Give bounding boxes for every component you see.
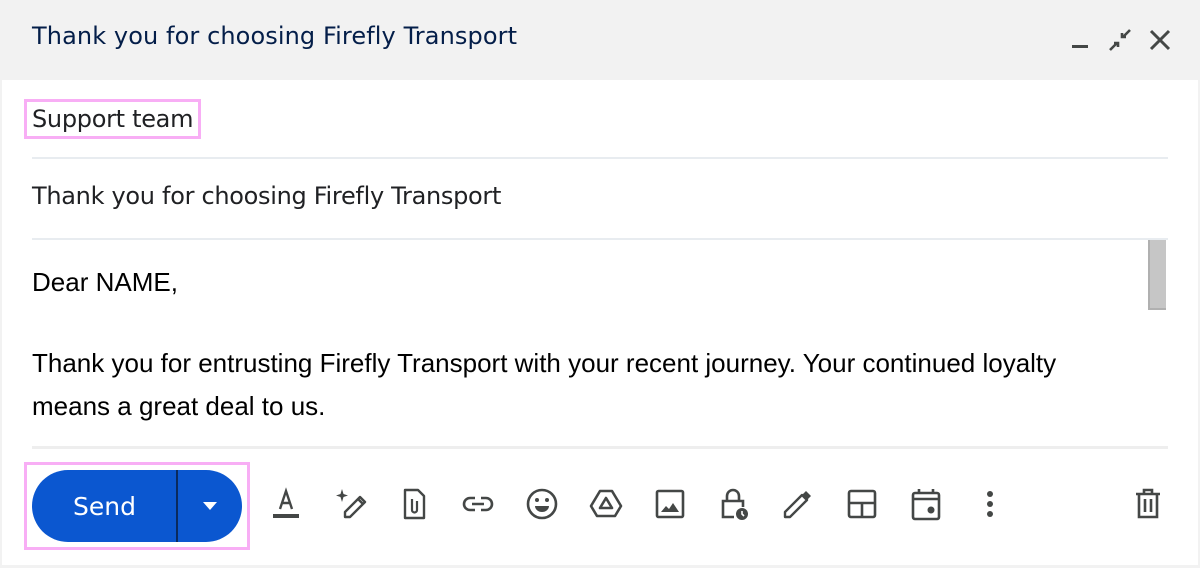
minimize-button[interactable] — [1066, 26, 1094, 54]
exit-fullscreen-button[interactable] — [1106, 26, 1134, 54]
minimize-icon — [1072, 45, 1088, 48]
layouts-button[interactable] — [842, 484, 882, 524]
pen-icon — [783, 491, 811, 519]
insert-emoji-button[interactable] — [522, 484, 562, 524]
compose-title: Thank you for choosing Firefly Transport — [32, 22, 518, 50]
schedule-event-button[interactable] — [906, 484, 946, 524]
drive-icon — [589, 489, 623, 518]
calendar-icon — [911, 489, 941, 521]
body-paragraph: Thank you for entrusting Firefly Transpo… — [32, 348, 1057, 421]
sparkle-pen-icon — [336, 489, 367, 519]
insert-link-button[interactable] — [458, 484, 498, 524]
send-button[interactable]: Send — [32, 470, 177, 542]
message-body[interactable]: Dear NAME, Thank you for entrusting Fire… — [32, 240, 1142, 445]
toolbar-divider — [32, 446, 1168, 449]
more-vert-icon — [987, 491, 993, 517]
text-format-icon — [273, 487, 299, 518]
emoji-icon — [526, 488, 558, 520]
photo-icon — [655, 489, 685, 519]
body-scrollbar[interactable] — [1148, 240, 1166, 310]
lock-clock-icon — [721, 488, 748, 520]
discard-draft-button[interactable] — [1128, 484, 1168, 524]
insert-drive-button[interactable] — [586, 484, 626, 524]
body-greeting: Dear NAME, — [32, 267, 178, 297]
subject-field[interactable]: Thank you for choosing Firefly Transport — [32, 182, 501, 210]
insert-photo-button[interactable] — [650, 484, 690, 524]
close-icon — [1149, 29, 1171, 51]
divider — [32, 157, 1168, 159]
layout-icon — [847, 489, 877, 519]
insert-signature-button[interactable] — [778, 484, 818, 524]
confidential-mode-button[interactable] — [714, 484, 754, 524]
trash-icon — [1136, 488, 1160, 519]
help-me-write-button[interactable] — [331, 484, 371, 524]
exit-fullscreen-icon — [1109, 29, 1131, 51]
compose-header: Thank you for choosing Firefly Transport — [0, 0, 1200, 80]
formatting-options-button[interactable] — [266, 484, 306, 524]
more-options-button[interactable] — [970, 484, 1010, 524]
recipient-field[interactable]: Support team — [24, 99, 202, 139]
caret-down-icon — [203, 502, 217, 510]
attach-files-button[interactable] — [394, 484, 434, 524]
link-icon — [462, 496, 494, 512]
window-border-left — [0, 80, 2, 568]
close-button[interactable] — [1146, 26, 1174, 54]
attachment-icon — [403, 488, 426, 520]
